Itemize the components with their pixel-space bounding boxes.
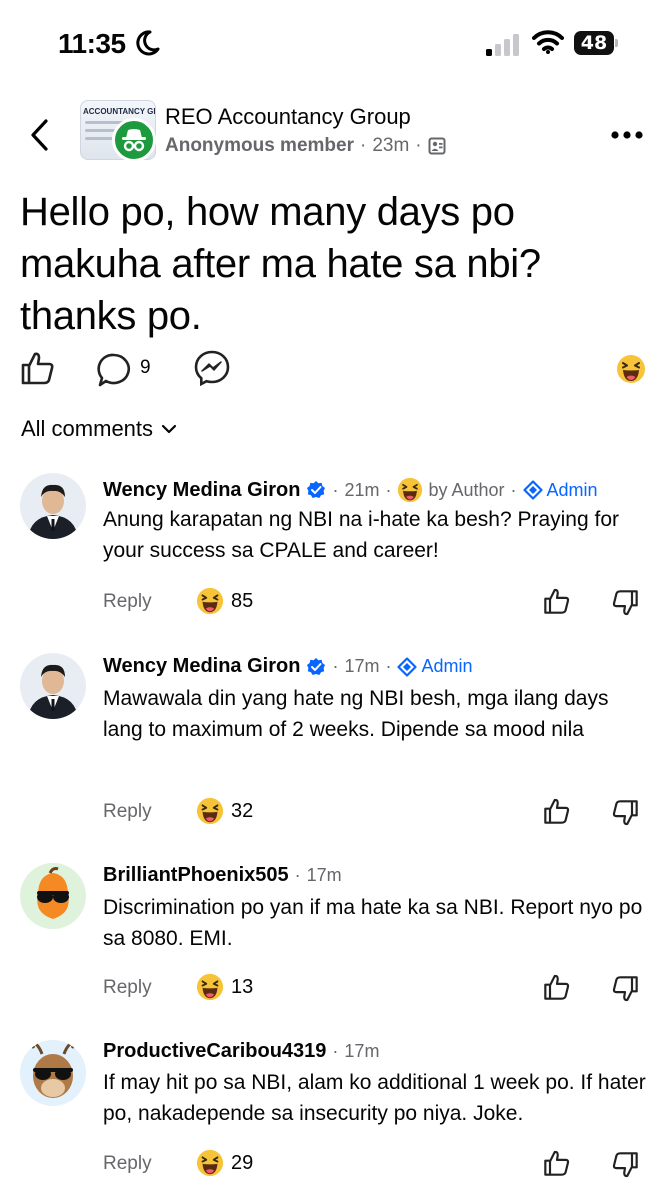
commenter-name[interactable]: Wency Medina Giron — [103, 655, 300, 678]
post-text: Hello po, how many days po makuha after … — [20, 190, 541, 338]
commenter-name[interactable]: ProductiveCaribou4319 — [103, 1040, 326, 1063]
anonymous-icon — [122, 129, 146, 152]
comment-time: 17m — [306, 865, 342, 885]
comment-header: Wency Medina Giron · 17m · Admin — [103, 655, 473, 678]
dislike-icon[interactable] — [611, 799, 639, 827]
group-cover-text: ACCOUNTANCY GR — [83, 107, 156, 116]
comment-avatar[interactable] — [20, 1040, 86, 1106]
chevron-down-icon — [161, 424, 177, 434]
admin-text: Admin — [546, 479, 598, 500]
haha-icon — [196, 797, 224, 825]
back-icon[interactable] — [28, 118, 50, 152]
comment-text: If may hit po sa NBI, alam ko additional… — [103, 1071, 646, 1125]
like-icon[interactable] — [543, 587, 571, 615]
profile-photo — [20, 653, 86, 719]
reply-button[interactable]: Reply — [103, 801, 152, 823]
admin-badge: Admin — [397, 656, 473, 677]
reaction-count[interactable]: 32 — [231, 800, 253, 823]
post-meta: Anonymous member · 23m · — [165, 135, 446, 157]
comment-header: BrilliantPhoenix505 · 17m — [103, 864, 342, 887]
messenger-icon[interactable] — [194, 350, 230, 386]
haha-icon — [398, 477, 423, 503]
reaction-count[interactable]: 13 — [231, 976, 253, 999]
reply-button[interactable]: Reply — [103, 591, 152, 613]
haha-icon — [196, 973, 224, 1001]
group-privacy-icon — [428, 137, 446, 155]
group-name[interactable]: REO Accountancy Group — [165, 104, 411, 130]
commenter-name[interactable]: BrilliantPhoenix505 — [103, 864, 289, 887]
comment-count: 9 — [140, 357, 151, 378]
moon-icon — [136, 30, 160, 56]
admin-text: Admin — [421, 656, 473, 676]
comment-text: Discrimination po yan if ma hate ka sa N… — [103, 896, 643, 950]
avatar-fruit-sunglasses — [20, 863, 86, 929]
battery-indicator: 48 — [574, 31, 618, 55]
author-reaction-label: by Author — [397, 477, 505, 503]
by-author-text: by Author — [428, 479, 505, 500]
status-time: 11:35 — [58, 28, 126, 59]
haha-icon — [617, 355, 645, 383]
like-icon[interactable] — [543, 1149, 571, 1177]
anonymous-avatar — [112, 118, 156, 162]
post-time: 23m — [372, 135, 410, 156]
comment-avatar[interactable] — [20, 473, 86, 539]
battery-level: 48 — [580, 32, 608, 54]
comment-time: 17m — [344, 656, 380, 676]
comment-avatar[interactable] — [20, 653, 86, 719]
haha-icon — [196, 587, 224, 615]
comment-header: Wency Medina Giron · 21m · by Author · A… — [103, 477, 598, 503]
commenter-name[interactable]: Wency Medina Giron — [103, 479, 300, 502]
like-icon[interactable] — [20, 350, 56, 386]
comment-time: 21m — [344, 479, 380, 500]
comment-text: Anung karapatan ng NBI na i-hate ka besh… — [103, 508, 619, 562]
post-author[interactable]: Anonymous member — [165, 135, 354, 157]
haha-icon — [196, 1149, 224, 1177]
admin-icon — [397, 656, 418, 677]
reaction-count[interactable]: 85 — [231, 590, 253, 613]
verified-icon — [307, 657, 326, 675]
comments-filter[interactable]: All comments — [21, 416, 177, 442]
wifi-icon — [532, 30, 564, 54]
dislike-icon[interactable] — [611, 975, 639, 1003]
more-options-icon[interactable] — [610, 130, 644, 140]
reply-button[interactable]: Reply — [103, 977, 152, 999]
comments-filter-label: All comments — [21, 416, 154, 441]
comment-time: 17m — [344, 1041, 380, 1061]
admin-icon — [522, 480, 543, 500]
comment-avatar[interactable] — [20, 863, 86, 929]
dislike-icon[interactable] — [611, 1151, 639, 1179]
admin-badge: Admin — [522, 479, 598, 501]
like-icon[interactable] — [543, 797, 571, 825]
dislike-icon[interactable] — [611, 589, 639, 617]
comment-icon[interactable] — [96, 352, 132, 388]
verified-icon — [307, 481, 326, 498]
reply-button[interactable]: Reply — [103, 1153, 152, 1175]
comment-header: ProductiveCaribou4319 · 17m — [103, 1040, 380, 1063]
profile-photo — [20, 473, 86, 539]
comment-text: Mawawala din yang hate ng NBI besh, mga … — [103, 687, 609, 741]
signal-icon — [486, 34, 519, 56]
avatar-caribou-sunglasses — [20, 1040, 86, 1106]
reaction-count[interactable]: 29 — [231, 1152, 253, 1175]
like-icon[interactable] — [543, 973, 571, 1001]
